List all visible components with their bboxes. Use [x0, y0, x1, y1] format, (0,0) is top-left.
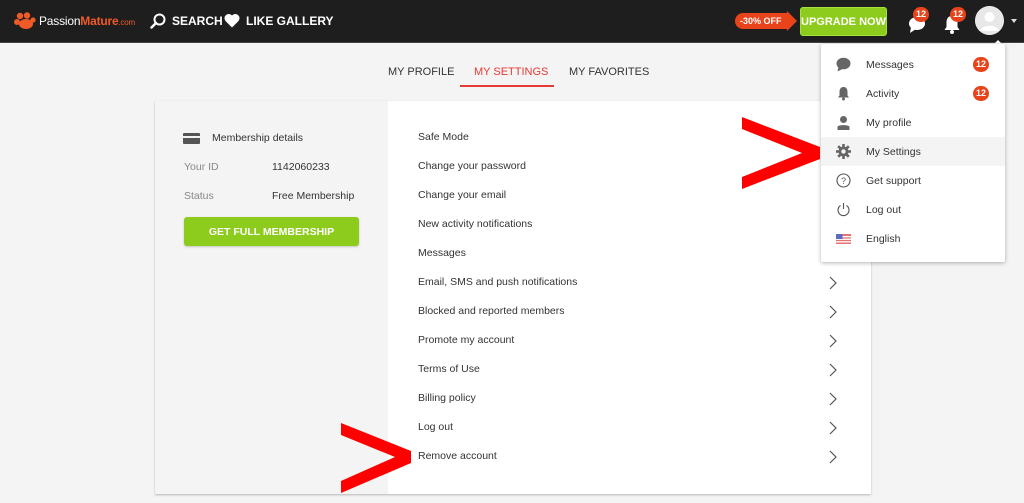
menu-item-my-settings[interactable]: My Settings: [821, 137, 1005, 166]
chevron-right-icon: [829, 276, 837, 290]
menu-item-activity[interactable]: Activity 12: [821, 79, 1005, 108]
menu-item-language-english[interactable]: English: [821, 224, 1005, 253]
active-tab-indicator: [460, 85, 554, 87]
setting-log-out[interactable]: Log out: [388, 413, 871, 442]
menu-item-get-support[interactable]: ? Get support: [821, 166, 1005, 195]
svg-text:?: ?: [841, 176, 846, 186]
chat-bubble-icon: [836, 57, 851, 72]
membership-panel: Membership details Your ID 1142060233 St…: [155, 101, 388, 494]
search-nav-link[interactable]: SEARCH: [150, 13, 223, 29]
power-icon: [837, 203, 850, 217]
like-gallery-nav-link[interactable]: LIKE GALLERY: [224, 13, 334, 28]
activity-badge: 12: [950, 7, 967, 22]
membership-details-heading: Membership details: [183, 132, 303, 144]
setting-label: Terms of Use: [418, 363, 480, 375]
chevron-right-icon: [829, 363, 837, 377]
setting-label: Blocked and reported members: [418, 305, 565, 317]
top-navbar: PassionMature.com SEARCH LIKE GALLERY -3…: [0, 0, 1024, 43]
activity-count-badge: 12: [973, 86, 990, 101]
chevron-right-icon: [829, 334, 837, 348]
upgrade-now-button[interactable]: UPGRADE NOW: [800, 7, 887, 36]
settings-list: Safe Mode Change your password Change yo…: [388, 123, 871, 471]
tab-my-favorites[interactable]: MY FAVORITES: [569, 66, 649, 78]
setting-blocked-reported[interactable]: Blocked and reported members: [388, 297, 871, 326]
setting-label: New activity notifications: [418, 218, 533, 230]
chevron-right-icon: [829, 392, 837, 406]
setting-promote-account[interactable]: Promote my account: [388, 326, 871, 355]
menu-item-messages[interactable]: Messages 12: [821, 50, 1005, 79]
status-value: Free Membership: [272, 190, 355, 202]
menu-item-label: Get support: [866, 175, 921, 187]
setting-messages[interactable]: Messages: [388, 239, 871, 268]
setting-email-sms-push[interactable]: Email, SMS and push notifications: [388, 268, 871, 297]
us-flag-icon: [836, 234, 851, 244]
setting-label: Remove account: [418, 450, 497, 462]
settings-card: Membership details Your ID 1142060233 St…: [155, 101, 871, 494]
bell-icon: [838, 87, 849, 101]
setting-label: Email, SMS and push notifications: [418, 276, 578, 288]
setting-label: Change your email: [418, 189, 507, 201]
user-icon: [837, 116, 850, 130]
setting-new-activity-notifications[interactable]: New activity notifications: [388, 210, 871, 239]
menu-item-label: My profile: [866, 117, 912, 129]
credit-card-icon: [183, 132, 200, 144]
setting-terms-of-use[interactable]: Terms of Use: [388, 355, 871, 384]
setting-change-password[interactable]: Change your password: [388, 152, 871, 181]
setting-label: Messages: [418, 247, 466, 259]
tab-my-settings[interactable]: MY SETTINGS: [474, 66, 548, 78]
menu-item-label: Messages: [866, 59, 914, 71]
search-label: SEARCH: [172, 14, 223, 28]
status-label: Status: [184, 190, 214, 202]
account-dropdown-menu: Messages 12 Activity 12 My profile My Se…: [821, 44, 1005, 262]
setting-label: Log out: [418, 421, 454, 433]
chevron-right-icon: [829, 421, 837, 435]
get-full-membership-button[interactable]: GET FULL MEMBERSHIP: [184, 217, 359, 246]
chevron-right-icon: [829, 450, 837, 464]
user-avatar[interactable]: [975, 6, 1004, 35]
menu-item-my-profile[interactable]: My profile: [821, 108, 1005, 137]
menu-item-label: Log out: [866, 204, 902, 216]
setting-label: Billing policy: [418, 392, 476, 404]
setting-remove-account[interactable]: Remove account: [388, 442, 871, 471]
search-icon: [150, 13, 166, 29]
activity-button[interactable]: 12: [943, 7, 967, 34]
chevron-right-icon: [829, 305, 837, 319]
question-circle-icon: ?: [836, 173, 851, 188]
discount-promo[interactable]: -30% OFF: [735, 11, 797, 31]
setting-billing-policy[interactable]: Billing policy: [388, 384, 871, 413]
messages-button[interactable]: 12: [907, 7, 930, 34]
menu-item-label: Activity: [866, 88, 900, 100]
discount-tag: -30% OFF: [735, 13, 788, 29]
like-gallery-label: LIKE GALLERY: [246, 13, 334, 28]
tab-my-profile[interactable]: MY PROFILE: [388, 66, 454, 78]
messages-badge: 12: [913, 7, 930, 22]
gear-icon: [836, 144, 851, 159]
setting-safe-mode[interactable]: Safe Mode: [388, 123, 871, 152]
paw-logo-icon: [14, 12, 36, 29]
heart-icon: [224, 13, 240, 28]
messages-count-badge: 12: [973, 57, 990, 72]
setting-change-email[interactable]: Change your email: [388, 181, 871, 210]
account-menu-caret-icon[interactable]: [1011, 19, 1017, 23]
logo-text: PassionMature.com: [39, 14, 135, 28]
site-logo[interactable]: PassionMature.com: [14, 12, 135, 30]
setting-label: Change your password: [418, 160, 526, 172]
your-id-value: 1142060233: [272, 161, 330, 173]
membership-title: Membership details: [212, 132, 304, 144]
arrow-right-icon: [786, 11, 797, 31]
setting-label: Promote my account: [418, 334, 515, 346]
menu-item-label: English: [866, 233, 901, 245]
your-id-label: Your ID: [184, 161, 219, 173]
setting-label: Safe Mode: [418, 131, 469, 143]
menu-item-label: My Settings: [866, 146, 921, 158]
menu-item-log-out[interactable]: Log out: [821, 195, 1005, 224]
default-avatar-icon: [975, 6, 1004, 35]
